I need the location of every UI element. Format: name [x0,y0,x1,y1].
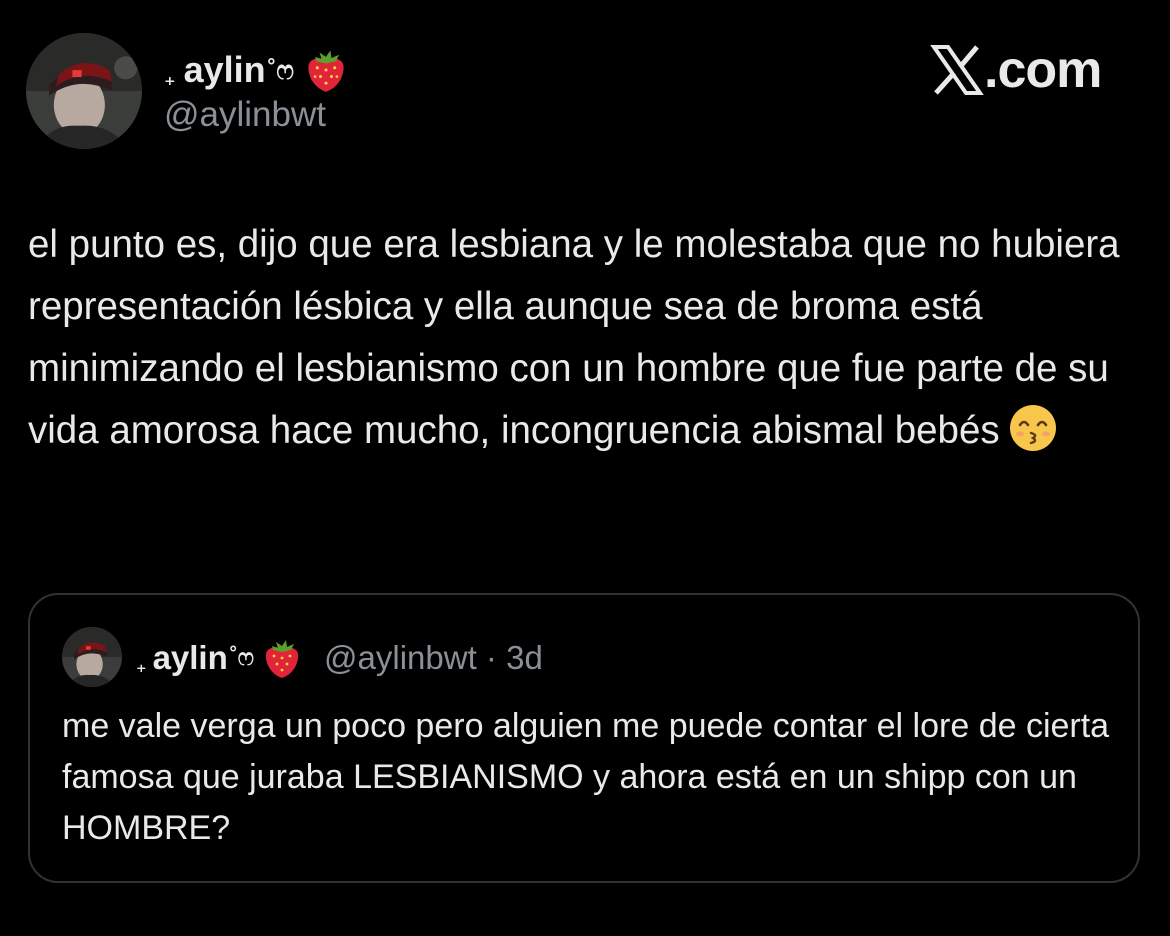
quote-author-display-name[interactable]: ₊ aylin ˚ෆ [136,636,302,680]
author-name: aylin [183,49,266,90]
quote-author-handle[interactable]: @aylinbwt [324,639,477,676]
quote-author-name-suffix: ˚ෆ [229,644,255,671]
meta-separator: · [485,639,497,676]
quoted-tweet-card[interactable]: ₊ aylin ˚ෆ @aylinbwt · 3d me vale verga … [28,593,1140,883]
avatar-photo [62,627,122,687]
author-avatar[interactable] [26,33,142,149]
author-handle[interactable]: @aylinbwt [164,94,326,136]
kissing-smiling-eyes-icon [1008,403,1058,453]
quote-timestamp[interactable]: 3d [506,639,543,676]
quote-author-name: aylin [152,639,228,676]
tweet-text: el punto es, dijo que era lesbiana y le … [28,223,1131,452]
name-plus-symbol: ₊ [136,654,147,677]
author-name-suffix: ˚ෆ [267,55,294,85]
quote-header: ₊ aylin ˚ෆ @aylinbwt · 3d [136,633,543,683]
brand-watermark: .com [930,40,1102,100]
quote-text: me vale verga un poco pero alguien me pu… [62,707,1110,847]
x-logo-icon [930,45,984,95]
author-display-name[interactable]: ₊ aylin ˚ෆ [164,46,348,94]
tweet-body: el punto es, dijo que era lesbiana y le … [28,214,1148,462]
quote-author-avatar[interactable] [62,627,122,687]
avatar-photo [26,33,142,149]
strawberry-icon [304,46,348,94]
quote-meta: @aylinbwt · 3d [324,639,543,677]
brand-suffix: .com [984,41,1102,99]
strawberry-icon [262,636,302,680]
